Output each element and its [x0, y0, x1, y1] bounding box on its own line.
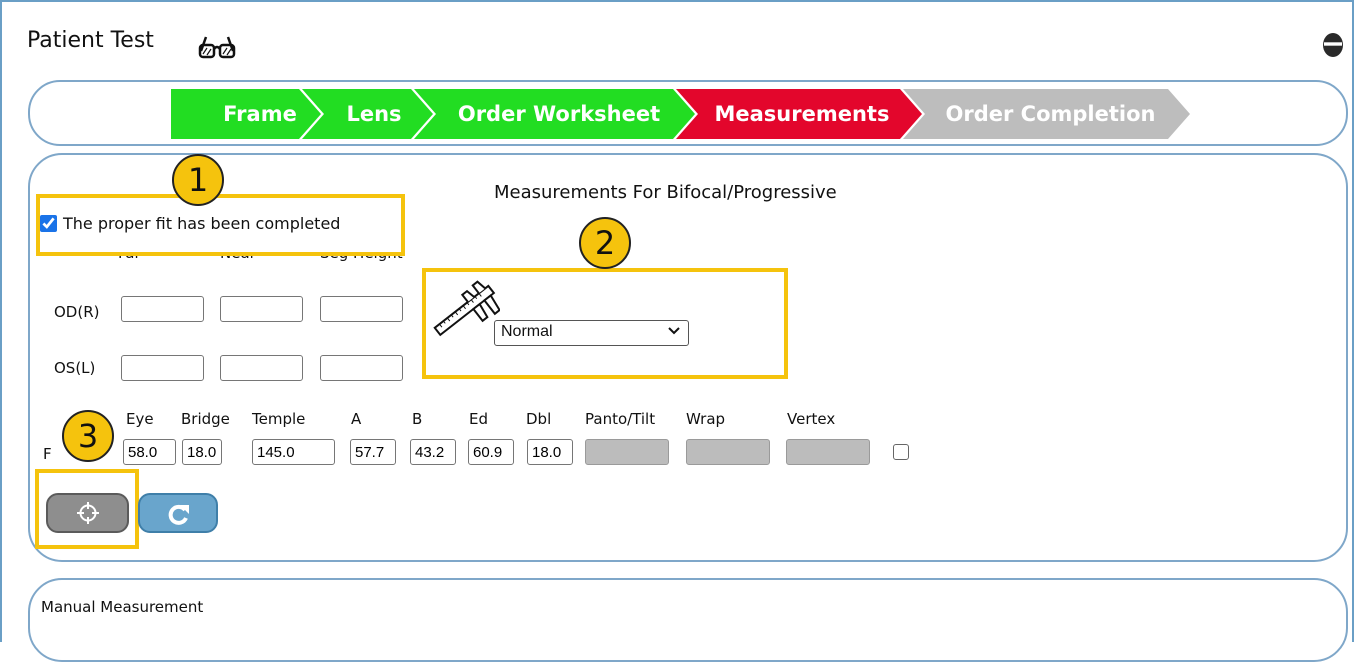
os-seg-height-input[interactable]	[320, 355, 403, 381]
label-temple: Temple	[252, 410, 306, 428]
callout-1: 1	[172, 154, 224, 206]
fit-type-select[interactable]: Normal	[494, 320, 689, 346]
panto-tilt-input[interactable]	[585, 439, 669, 465]
manual-measurement-panel	[28, 578, 1348, 662]
od-far-input[interactable]	[121, 296, 204, 322]
row-label-os: OS(L)	[54, 359, 96, 377]
ed-input[interactable]	[468, 439, 514, 465]
vertex-input[interactable]	[786, 439, 870, 465]
label-bridge: Bridge	[181, 410, 230, 428]
row-label-od: OD(R)	[54, 303, 100, 321]
label-ed: Ed	[469, 410, 488, 428]
crosshair-icon	[77, 502, 99, 524]
capture-measurement-button[interactable]	[46, 493, 129, 533]
step-order-worksheet[interactable]: Order Worksheet	[449, 89, 669, 139]
a-input[interactable]	[350, 439, 396, 465]
callout-2: 2	[579, 217, 631, 269]
frame-row-label: F	[43, 445, 52, 463]
label-panto-tilt: Panto/Tilt	[585, 410, 656, 428]
od-near-input[interactable]	[220, 296, 303, 322]
fit-completed-checkbox[interactable]	[40, 215, 57, 232]
manual-measurement-title: Manual Measurement	[41, 598, 204, 616]
step-frame[interactable]: Frame	[215, 89, 305, 139]
refresh-icon	[168, 504, 189, 525]
measurements-title: Measurements For Bifocal/Progressive	[494, 182, 837, 203]
bridge-input[interactable]	[182, 439, 222, 465]
label-dbl: Dbl	[526, 410, 552, 428]
b-input[interactable]	[410, 439, 456, 465]
refresh-button[interactable]	[138, 493, 218, 533]
step-order-completion[interactable]: Order Completion	[938, 89, 1163, 139]
od-seg-height-input[interactable]	[320, 296, 403, 322]
wrap-input[interactable]	[686, 439, 770, 465]
step-measurements[interactable]: Measurements	[712, 89, 892, 139]
label-a: A	[351, 410, 362, 428]
os-near-input[interactable]	[220, 355, 303, 381]
eye-input[interactable]	[123, 439, 176, 465]
chevron-down-icon	[668, 327, 680, 335]
fit-type-value: Normal	[501, 323, 553, 340]
fit-row: The proper fit has been completed	[40, 214, 340, 233]
os-far-input[interactable]	[121, 355, 204, 381]
callout-3: 3	[62, 410, 114, 462]
fit-completed-label: The proper fit has been completed	[63, 214, 341, 233]
step-lens[interactable]: Lens	[334, 89, 414, 139]
label-b: B	[412, 410, 423, 428]
label-eye: Eye	[126, 410, 154, 428]
label-vertex: Vertex	[787, 410, 836, 428]
vertex-checkbox[interactable]	[893, 444, 909, 460]
caliper-icon	[433, 280, 500, 337]
dbl-input[interactable]	[527, 439, 573, 465]
label-wrap: Wrap	[686, 410, 726, 428]
temple-input[interactable]	[252, 439, 335, 465]
